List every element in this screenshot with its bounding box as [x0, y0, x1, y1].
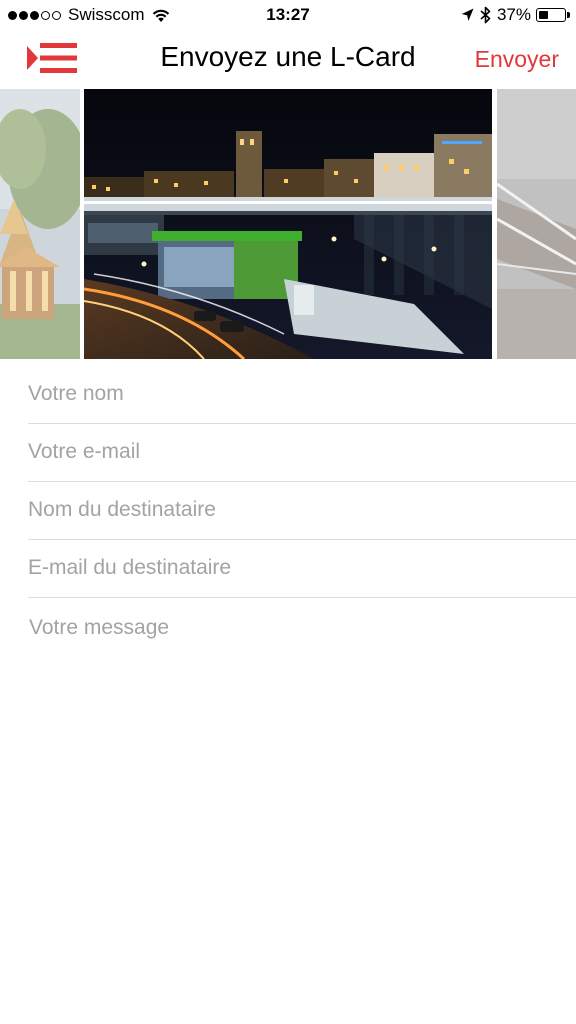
sender-name-input[interactable] — [28, 379, 558, 409]
recipient-email-input[interactable] — [28, 553, 558, 583]
card-image-carousel[interactable] — [0, 89, 576, 359]
lausanne-flon-night-photo — [84, 89, 492, 359]
lcard-form — [0, 366, 576, 758]
carrier-name: Swisscom — [68, 5, 145, 24]
menu-lines-icon — [27, 43, 77, 73]
carousel-slide-current[interactable] — [84, 89, 492, 359]
carousel-slide-next[interactable] — [497, 89, 576, 359]
battery-level-fill — [539, 11, 548, 19]
signal-dot — [52, 10, 61, 20]
recipient-name-input[interactable] — [28, 495, 558, 525]
recipient-email-row — [28, 540, 576, 598]
wifi-icon — [152, 9, 169, 22]
bluetooth-icon — [480, 6, 491, 24]
sender-name-row — [28, 366, 576, 424]
navigation-bar: Envoyez une L-Card Envoyer — [0, 30, 576, 89]
message-textarea[interactable] — [29, 616, 559, 746]
architecture-detail-photo — [497, 89, 576, 359]
send-button[interactable]: Envoyer — [475, 46, 559, 73]
carousel-slide-previous[interactable] — [0, 89, 80, 359]
battery-icon — [536, 8, 570, 22]
status-left: Swisscom — [8, 5, 171, 25]
signal-strength-icon — [8, 10, 63, 20]
signal-dot — [30, 10, 39, 20]
message-row — [28, 598, 576, 758]
menu-button[interactable] — [26, 43, 78, 73]
battery-percentage: 37% — [496, 5, 531, 24]
signal-dot — [8, 10, 17, 20]
status-bar: Swisscom 13:27 37% — [0, 0, 576, 30]
signal-dot — [41, 10, 50, 20]
location-arrow-icon — [461, 8, 474, 21]
sender-email-row — [28, 424, 576, 482]
signal-dot — [19, 10, 28, 20]
thai-pavilion-photo — [0, 89, 80, 359]
sender-email-input[interactable] — [28, 437, 558, 467]
status-right: 37% — [461, 5, 570, 25]
recipient-name-row — [28, 482, 576, 540]
